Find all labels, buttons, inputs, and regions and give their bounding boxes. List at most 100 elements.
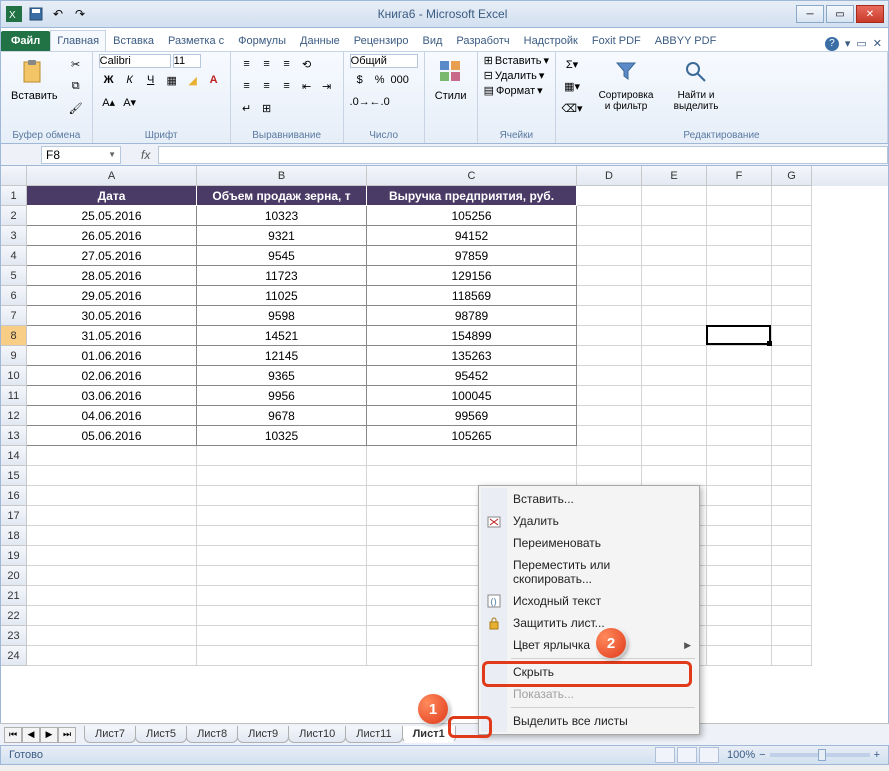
cell[interactable] [577, 286, 642, 306]
decrease-font-icon[interactable]: A▾ [120, 92, 140, 112]
row-header[interactable]: 11 [1, 386, 27, 406]
row-header[interactable]: 15 [1, 466, 27, 486]
cell[interactable] [707, 206, 772, 226]
comma-icon[interactable]: 000 [390, 70, 410, 90]
currency-icon[interactable]: $ [350, 70, 370, 90]
column-header[interactable]: E [642, 166, 707, 186]
cell[interactable] [197, 486, 367, 506]
cell[interactable]: 27.05.2016 [27, 246, 197, 266]
cell[interactable]: 01.06.2016 [27, 346, 197, 366]
cell[interactable]: 135263 [367, 346, 577, 366]
fill-icon[interactable]: ▦▾ [562, 76, 582, 96]
cell[interactable]: 14521 [197, 326, 367, 346]
cell[interactable] [642, 426, 707, 446]
cell[interactable] [197, 506, 367, 526]
cell[interactable] [27, 526, 197, 546]
context-menu-item[interactable]: Цвет ярлычка▶ [481, 634, 697, 656]
row-header[interactable]: 19 [1, 546, 27, 566]
cell[interactable] [642, 226, 707, 246]
sheet-tab[interactable]: Лист5 [135, 726, 187, 743]
cell[interactable] [772, 606, 812, 626]
align-top-icon[interactable]: ≡ [237, 54, 257, 74]
cell[interactable]: 97859 [367, 246, 577, 266]
increase-decimal-icon[interactable]: .0→ [350, 92, 370, 112]
cell[interactable] [577, 186, 642, 206]
cell[interactable] [707, 546, 772, 566]
find-select-button[interactable]: Найти и выделить [664, 54, 728, 114]
close-button[interactable]: ✕ [856, 5, 884, 23]
cell[interactable] [772, 246, 812, 266]
cell[interactable] [772, 546, 812, 566]
cell[interactable]: 9956 [197, 386, 367, 406]
ribbon-tab[interactable]: Данные [293, 30, 347, 51]
fill-color-icon[interactable]: ◢ [183, 70, 203, 90]
align-right-icon[interactable]: ≡ [277, 76, 297, 96]
cell[interactable] [707, 606, 772, 626]
cell[interactable] [577, 426, 642, 446]
row-header[interactable]: 1 [1, 186, 27, 206]
cell[interactable] [197, 566, 367, 586]
context-menu-item[interactable]: ⟨⟩Исходный текст [481, 590, 697, 612]
ribbon-tab[interactable]: Надстройк [517, 30, 585, 51]
redo-icon[interactable]: ↷ [71, 5, 89, 23]
ribbon-tab[interactable]: ABBYY PDF [648, 30, 724, 51]
row-header[interactable]: 23 [1, 626, 27, 646]
cell[interactable]: 129156 [367, 266, 577, 286]
row-header[interactable]: 14 [1, 446, 27, 466]
cell[interactable] [197, 586, 367, 606]
cell[interactable] [642, 346, 707, 366]
cell[interactable]: 03.06.2016 [27, 386, 197, 406]
sheet-nav-first-icon[interactable]: ⏮ [4, 727, 22, 743]
cell[interactable] [577, 466, 642, 486]
sheet-tab[interactable]: Лист1 [402, 726, 456, 743]
copy-icon[interactable]: ⧉ [66, 76, 86, 96]
sheet-tab[interactable]: Лист10 [288, 726, 346, 743]
row-header[interactable]: 4 [1, 246, 27, 266]
bold-icon[interactable]: Ж [99, 70, 119, 90]
cell[interactable]: 105256 [367, 206, 577, 226]
column-header[interactable]: F [707, 166, 772, 186]
close-doc-icon[interactable]: ✕ [873, 37, 882, 51]
cell[interactable] [197, 626, 367, 646]
cell[interactable] [772, 226, 812, 246]
merge-icon[interactable]: ⊞ [257, 98, 277, 118]
formula-input[interactable] [158, 146, 888, 164]
font-color-icon[interactable]: A [204, 70, 224, 90]
cell[interactable] [772, 526, 812, 546]
delete-cells-button[interactable]: ⊟Удалить ▾ [484, 69, 549, 82]
decrease-decimal-icon[interactable]: ←.0 [370, 92, 390, 112]
row-header[interactable]: 5 [1, 266, 27, 286]
paste-button[interactable]: Вставить [7, 54, 62, 104]
column-header[interactable]: C [367, 166, 577, 186]
sheet-nav-last-icon[interactable]: ⏭ [58, 727, 76, 743]
row-header[interactable]: 8 [1, 326, 27, 346]
cell[interactable] [772, 346, 812, 366]
file-tab[interactable]: Файл [1, 31, 50, 51]
cell[interactable]: 28.05.2016 [27, 266, 197, 286]
sort-filter-button[interactable]: Сортировка и фильтр [592, 54, 660, 114]
cell[interactable] [577, 386, 642, 406]
row-header[interactable]: 17 [1, 506, 27, 526]
cell[interactable]: 26.05.2016 [27, 226, 197, 246]
cell[interactable] [27, 546, 197, 566]
font-family-select[interactable] [99, 54, 171, 68]
font-size-select[interactable] [173, 54, 201, 68]
align-middle-icon[interactable]: ≡ [257, 54, 277, 74]
insert-cells-button[interactable]: ⊞Вставить ▾ [484, 54, 549, 67]
styles-button[interactable]: Стили [431, 54, 471, 104]
cell[interactable]: 154899 [367, 326, 577, 346]
normal-view-icon[interactable] [655, 747, 675, 763]
cell[interactable] [197, 646, 367, 666]
cell[interactable] [707, 246, 772, 266]
cell[interactable]: 9545 [197, 246, 367, 266]
indent-decrease-icon[interactable]: ⇤ [297, 76, 317, 96]
cell[interactable] [642, 266, 707, 286]
cell[interactable]: 29.05.2016 [27, 286, 197, 306]
cell[interactable] [27, 646, 197, 666]
page-layout-view-icon[interactable] [677, 747, 697, 763]
cell[interactable] [707, 226, 772, 246]
cell[interactable] [642, 286, 707, 306]
cell[interactable] [707, 586, 772, 606]
cell[interactable] [27, 506, 197, 526]
row-header[interactable]: 18 [1, 526, 27, 546]
